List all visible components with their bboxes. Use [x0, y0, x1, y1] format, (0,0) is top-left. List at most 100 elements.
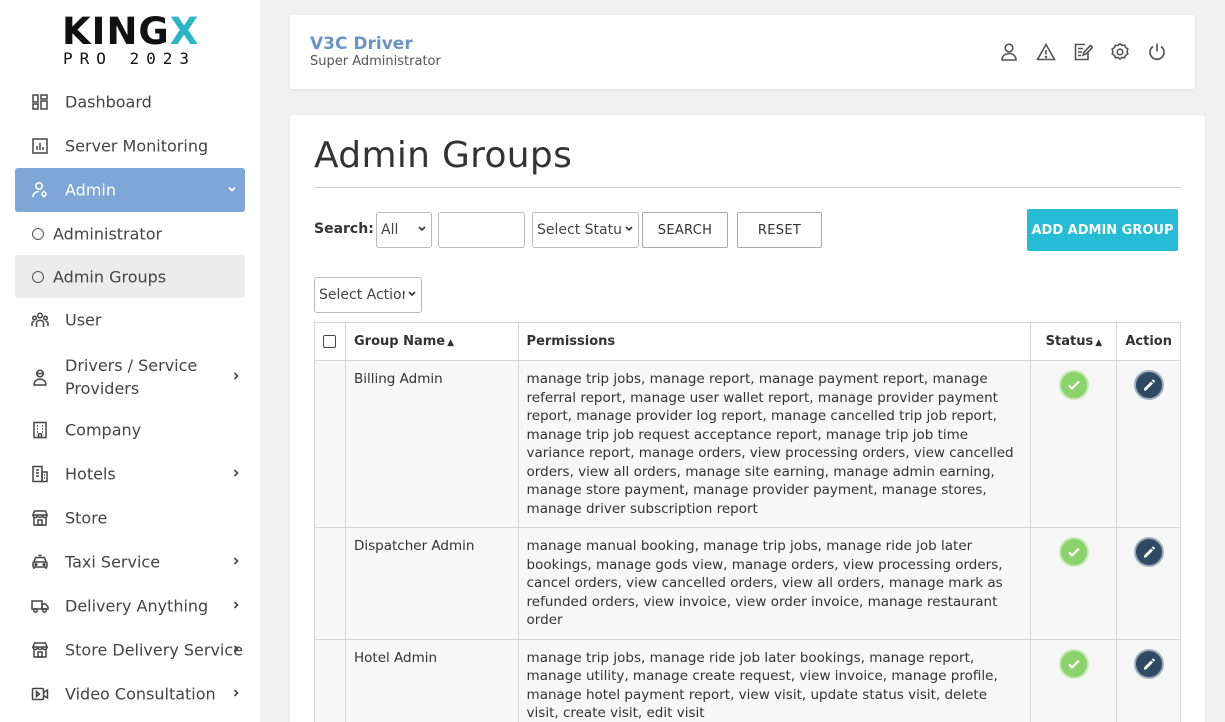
- store-icon: [31, 509, 49, 527]
- sidebar-item-admin[interactable]: Admin: [15, 168, 245, 212]
- group-name-cell: Hotel Admin: [344, 638, 519, 722]
- sidebar-item-delivery-anything[interactable]: Delivery Anything: [15, 584, 245, 628]
- top-header: V3C Driver Super Administrator: [290, 15, 1195, 89]
- sidebar-item-video-consultation[interactable]: Video Consultation: [15, 672, 245, 716]
- sidebar-item-label: Delivery Anything: [65, 596, 209, 616]
- sidebar-item-server-monitoring[interactable]: Server Monitoring: [15, 124, 245, 168]
- chevron-right-icon: [231, 643, 241, 657]
- action-cell: [1116, 360, 1181, 528]
- sidebar-item-drivers[interactable]: Drivers / Service Providers: [15, 342, 245, 412]
- active-status-icon[interactable]: [1058, 537, 1089, 567]
- status-select[interactable]: Select Statu: [532, 212, 639, 248]
- search-input[interactable]: [438, 212, 525, 248]
- hotel-icon: [31, 465, 49, 483]
- status-cell: [1030, 527, 1118, 640]
- chevron-right-icon: [231, 467, 241, 481]
- title-divider: [314, 187, 1181, 188]
- sidebar-item-admin-groups[interactable]: Admin Groups: [15, 255, 245, 298]
- edit-icon[interactable]: [1133, 648, 1164, 679]
- sort-icon: ▲︎: [447, 338, 455, 348]
- edit-icon[interactable]: [1133, 537, 1164, 567]
- sidebar-item-store[interactable]: Store: [15, 496, 245, 540]
- dashboard-icon: [31, 93, 49, 111]
- store-icon: [31, 641, 49, 659]
- bulk-action-value: Select Actior: [319, 287, 408, 303]
- sidebar-item-taxi-service[interactable]: Taxi Service: [15, 540, 245, 584]
- chevron-down-icon: [405, 288, 417, 302]
- sort-icon: ▲︎: [1095, 338, 1103, 348]
- chevron-right-icon: [231, 687, 241, 701]
- sidebar-item-label: Dashboard: [65, 92, 152, 112]
- logo-text-x: X: [169, 10, 200, 53]
- row-select-cell[interactable]: [314, 527, 346, 640]
- group-name-cell: Dispatcher Admin: [344, 527, 519, 640]
- power-icon[interactable]: [1147, 42, 1167, 62]
- sidebar-item-label: Administrator: [53, 224, 163, 243]
- row-select-cell[interactable]: [314, 360, 346, 528]
- sidebar-item-label: Drivers / Service Providers: [65, 356, 198, 398]
- sidebar-item-store-delivery-service[interactable]: Store Delivery Service: [15, 628, 245, 672]
- row-select-cell[interactable]: [314, 638, 346, 722]
- truck-icon: [31, 597, 49, 615]
- driver-icon: [31, 368, 49, 386]
- alert-icon[interactable]: [1036, 42, 1056, 62]
- admin-groups-table: Group Name ▲︎ Permissions Status ▲︎ Action…: [314, 322, 1181, 722]
- header-icons: [982, 42, 1167, 62]
- active-status-icon[interactable]: [1058, 648, 1089, 679]
- status-select-value: Select Statu: [537, 222, 622, 238]
- chevron-right-icon: [231, 599, 241, 613]
- column-header-label: Status: [1045, 334, 1094, 349]
- reset-button[interactable]: RESET: [737, 212, 822, 248]
- bulk-action-select[interactable]: Select Actior: [314, 277, 422, 313]
- sidebar-item-company[interactable]: Company: [15, 408, 245, 452]
- chevron-right-icon: [231, 370, 241, 384]
- table-header-row: Group Name ▲︎ Permissions Status ▲︎ Action: [314, 322, 1181, 361]
- sidebar-item-label: User: [65, 310, 102, 330]
- chevron-down-icon: [415, 223, 427, 237]
- column-header-label: Group Name: [353, 334, 446, 349]
- table-row: Billing Admin manage trip jobs, manage r…: [314, 360, 1181, 528]
- search-field-select[interactable]: All: [376, 212, 432, 248]
- column-header-group-name[interactable]: Group Name ▲︎: [344, 322, 519, 361]
- video-icon: [31, 685, 49, 703]
- permissions-cell: manage manual booking, manage trip jobs,…: [517, 527, 1032, 640]
- sidebar-item-label: Store: [65, 508, 108, 528]
- users-icon: [31, 311, 49, 329]
- page-title: Admin Groups: [314, 135, 573, 176]
- active-status-icon[interactable]: [1058, 370, 1089, 400]
- select-all-checkbox[interactable]: [323, 335, 337, 348]
- edit-icon[interactable]: [1133, 370, 1164, 400]
- search-label: Search:: [314, 221, 374, 237]
- sidebar-item-label: Company: [65, 420, 142, 440]
- sidebar-item-dashboard[interactable]: Dashboard: [15, 80, 245, 124]
- sidebar-item-user[interactable]: User: [15, 298, 245, 342]
- settings-icon[interactable]: [1110, 42, 1130, 62]
- user-name: V3C Driver: [310, 34, 413, 54]
- permissions-cell: manage trip jobs, manage report, manage …: [517, 360, 1032, 528]
- search-button[interactable]: SEARCH: [642, 212, 728, 248]
- sidebar-item-label: Admin Groups: [53, 267, 167, 286]
- sidebar-item-administrator[interactable]: Administrator: [15, 212, 245, 255]
- search-field-value: All: [381, 222, 399, 238]
- main-panel: Admin Groups Search: All Select Statu SE…: [290, 115, 1205, 722]
- group-name-cell: Billing Admin: [344, 360, 519, 528]
- status-cell: [1030, 360, 1118, 528]
- add-admin-group-button[interactable]: ADD ADMIN GROUP: [1027, 209, 1178, 251]
- logo-text: KING: [62, 10, 170, 53]
- sidebar-item-label: Admin: [65, 180, 116, 200]
- table-row: Dispatcher Admin manage manual booking, …: [314, 527, 1181, 640]
- profile-icon[interactable]: [999, 42, 1019, 62]
- column-header-status[interactable]: Status ▲︎: [1030, 322, 1118, 361]
- logo[interactable]: KINGX PRO 2023: [62, 13, 202, 68]
- chevron-down-icon: [227, 183, 237, 197]
- edit-note-icon[interactable]: [1073, 42, 1094, 62]
- chevron-right-icon: [231, 555, 241, 569]
- user-role: Super Administrator: [310, 54, 441, 69]
- taxi-icon: [31, 553, 49, 571]
- sidebar: KINGX PRO 2023 Dashboard Server Monitori…: [0, 0, 260, 722]
- column-header-permissions: Permissions: [517, 322, 1032, 361]
- building-icon: [31, 421, 49, 439]
- chart-icon: [31, 137, 49, 155]
- sidebar-item-hotels[interactable]: Hotels: [15, 452, 245, 496]
- action-cell: [1116, 638, 1181, 722]
